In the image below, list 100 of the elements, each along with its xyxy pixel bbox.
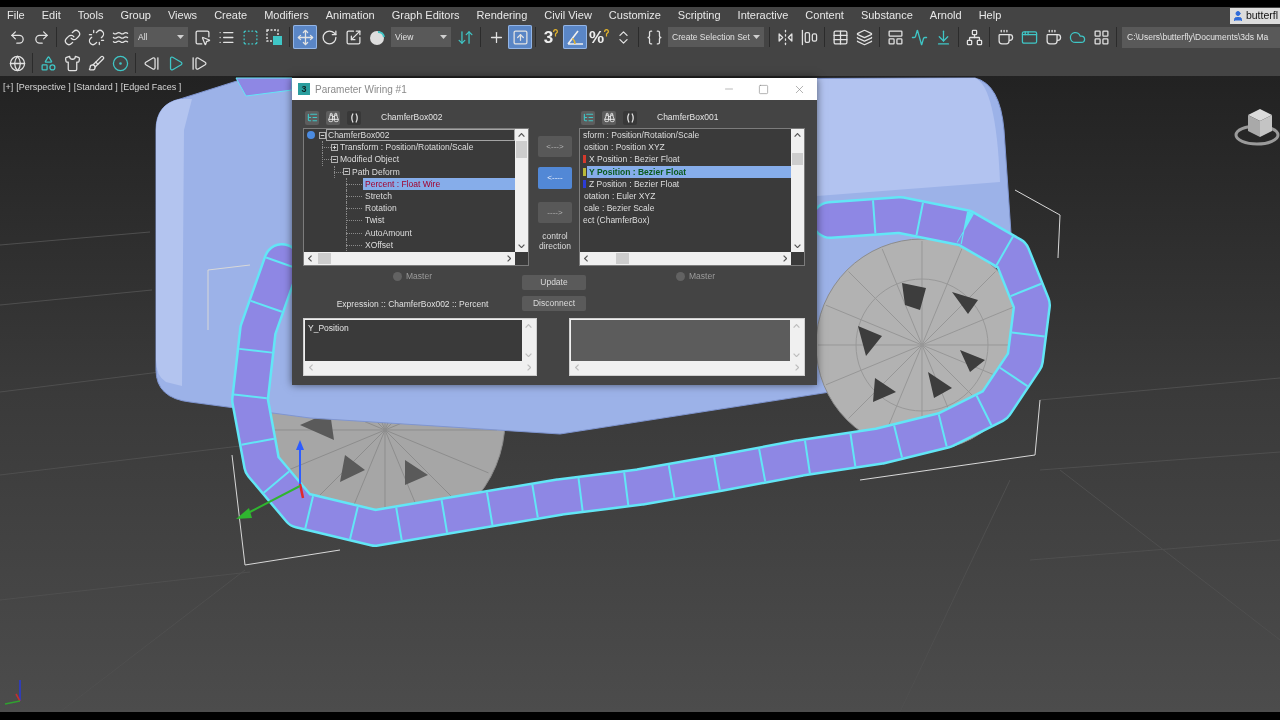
menu-item[interactable]: Customize [608, 10, 661, 21]
viewport-label[interactable]: [Perspective ] [16, 82, 71, 93]
angle-icon [566, 29, 584, 45]
direction-button[interactable]: ----> [538, 202, 572, 223]
scroll-left-icon[interactable] [308, 255, 313, 262]
scroll-up-icon[interactable] [794, 133, 801, 138]
menu-item[interactable]: Edit [41, 10, 61, 21]
direction-button[interactable]: <---- [538, 167, 572, 189]
viewport-label[interactable]: [+] [3, 82, 14, 93]
path-field[interactable]: C:\Users\butterfly\Documents\3ds Ma [1122, 26, 1280, 48]
minus-box-icon[interactable] [331, 155, 338, 163]
step-forward-icon [190, 54, 208, 72]
menu-item[interactable]: Views [167, 10, 198, 21]
tree-item[interactable]: Stretch [363, 190, 394, 203]
scrollbar-thumb[interactable] [516, 141, 527, 158]
shirt-icon [63, 54, 81, 72]
tree-item[interactable]: Y Position : Bezier Float [587, 165, 791, 178]
snap-button[interactable]: 3 [539, 25, 563, 49]
scrollbar-thumb[interactable] [616, 253, 629, 264]
tree-item[interactable]: Z Position : Bezier Float [587, 177, 682, 190]
tree-item[interactable]: X Position : Bezier Float [587, 153, 682, 166]
user-button[interactable]: butterfl [1229, 7, 1280, 24]
tree-item[interactable]: Transform : Position/Rotation/Scale [338, 141, 476, 154]
direction-button[interactable]: <---> [538, 136, 572, 157]
menu-item[interactable]: Interactive [737, 10, 789, 21]
tree-item[interactable]: osition : Position XYZ [582, 141, 667, 154]
horizontal-scrollbar[interactable] [580, 252, 791, 265]
menu-item[interactable]: Substance [860, 10, 913, 21]
horizontal-scrollbar[interactable] [304, 252, 515, 265]
scroll-down-icon[interactable] [518, 243, 525, 248]
tree-item[interactable]: ect (ChamferBox) [581, 214, 652, 227]
viewport-label[interactable]: [Edged Faces ] [120, 82, 182, 93]
tree-item[interactable]: Percent : Float Wire [363, 177, 515, 190]
tree-item[interactable]: AutoAmount [363, 226, 414, 239]
hierarchy-button[interactable] [581, 110, 595, 125]
hook-icon [553, 28, 559, 37]
brackets-button[interactable] [623, 110, 637, 125]
maximize-icon [758, 83, 769, 95]
scroll-up-icon[interactable] [518, 133, 525, 138]
braces-icon [645, 28, 663, 46]
tree-item[interactable]: Modified Object [338, 153, 402, 166]
vertical-scrollbar[interactable] [515, 129, 528, 252]
menu-item[interactable]: Content [805, 10, 844, 21]
menu-item[interactable]: Rendering [476, 10, 528, 21]
menu-item[interactable]: Group [120, 10, 151, 21]
expression-field[interactable]: Y_Position [303, 318, 537, 376]
rotate-icon [320, 28, 338, 46]
menu-item[interactable]: Tools [77, 10, 104, 21]
scroll-right-icon[interactable] [506, 255, 511, 262]
hierarchy-button[interactable] [305, 110, 319, 125]
menu-item[interactable]: Graph Editors [391, 10, 460, 21]
selection-set-dropdown[interactable]: Create Selection Set [668, 27, 764, 47]
disconnect-button[interactable]: Disconnect [522, 296, 586, 311]
axis-gizmo-icon[interactable] [236, 440, 305, 519]
hook-icon [604, 28, 610, 37]
dashed-square-icon [241, 28, 259, 46]
scroll-left-icon[interactable] [584, 255, 589, 262]
step-back-icon [142, 54, 160, 72]
menu-item[interactable]: Scripting [677, 10, 721, 21]
menu-item[interactable]: File [7, 10, 25, 21]
scroll-right-icon[interactable] [782, 255, 787, 262]
coordinate-dropdown[interactable]: View [391, 27, 451, 47]
pulse-icon [910, 28, 928, 46]
scroll-down-icon[interactable] [794, 243, 801, 248]
tree-item[interactable]: Twist [363, 214, 387, 227]
viewport-label[interactable]: [Standard ] [73, 82, 118, 93]
find-button[interactable] [326, 110, 340, 125]
update-button[interactable]: Update [522, 275, 586, 290]
filter-dropdown[interactable]: All [134, 27, 188, 47]
square-arrow-up-icon [511, 28, 529, 46]
find-button[interactable] [602, 110, 616, 125]
menu-item[interactable]: Arnold [929, 10, 962, 21]
binoculars-icon [327, 112, 339, 123]
minus-box-icon[interactable] [343, 168, 350, 176]
plus-box-icon[interactable] [331, 143, 338, 151]
percent-snap-button[interactable]: % [587, 25, 611, 49]
parentheses-icon [625, 112, 635, 123]
square-pointer-icon [193, 28, 211, 46]
vertical-scrollbar[interactable] [791, 129, 804, 252]
tree-item[interactable]: XOffset [363, 238, 396, 251]
tree-item[interactable]: Rotation [363, 202, 399, 215]
brackets-button[interactable] [347, 110, 361, 125]
angle-snap-button[interactable] [563, 25, 587, 49]
tree-item[interactable]: Path Deform [350, 165, 402, 178]
list-tree-icon [306, 112, 318, 123]
minus-box-icon[interactable] [319, 131, 326, 139]
scrollbar-thumb[interactable] [318, 253, 331, 264]
unlink-icon [87, 28, 105, 46]
scrollbar-thumb[interactable] [792, 153, 803, 165]
tree-item[interactable]: ChamferBox002 [326, 129, 515, 142]
binoculars-icon [603, 112, 615, 123]
menu-item[interactable]: Civil View [544, 10, 592, 21]
menu-item[interactable]: Help [978, 10, 1002, 21]
tree-item[interactable]: cale : Bezier Scale [582, 202, 657, 215]
menu-item[interactable]: Animation [325, 10, 375, 21]
caret-icon [177, 35, 184, 39]
menu-item[interactable]: Create [214, 10, 248, 21]
tree-item[interactable]: sform : Position/Rotation/Scale [581, 129, 702, 142]
tree-item[interactable]: otation : Euler XYZ [582, 190, 658, 203]
menu-item[interactable]: Modifiers [264, 10, 309, 21]
